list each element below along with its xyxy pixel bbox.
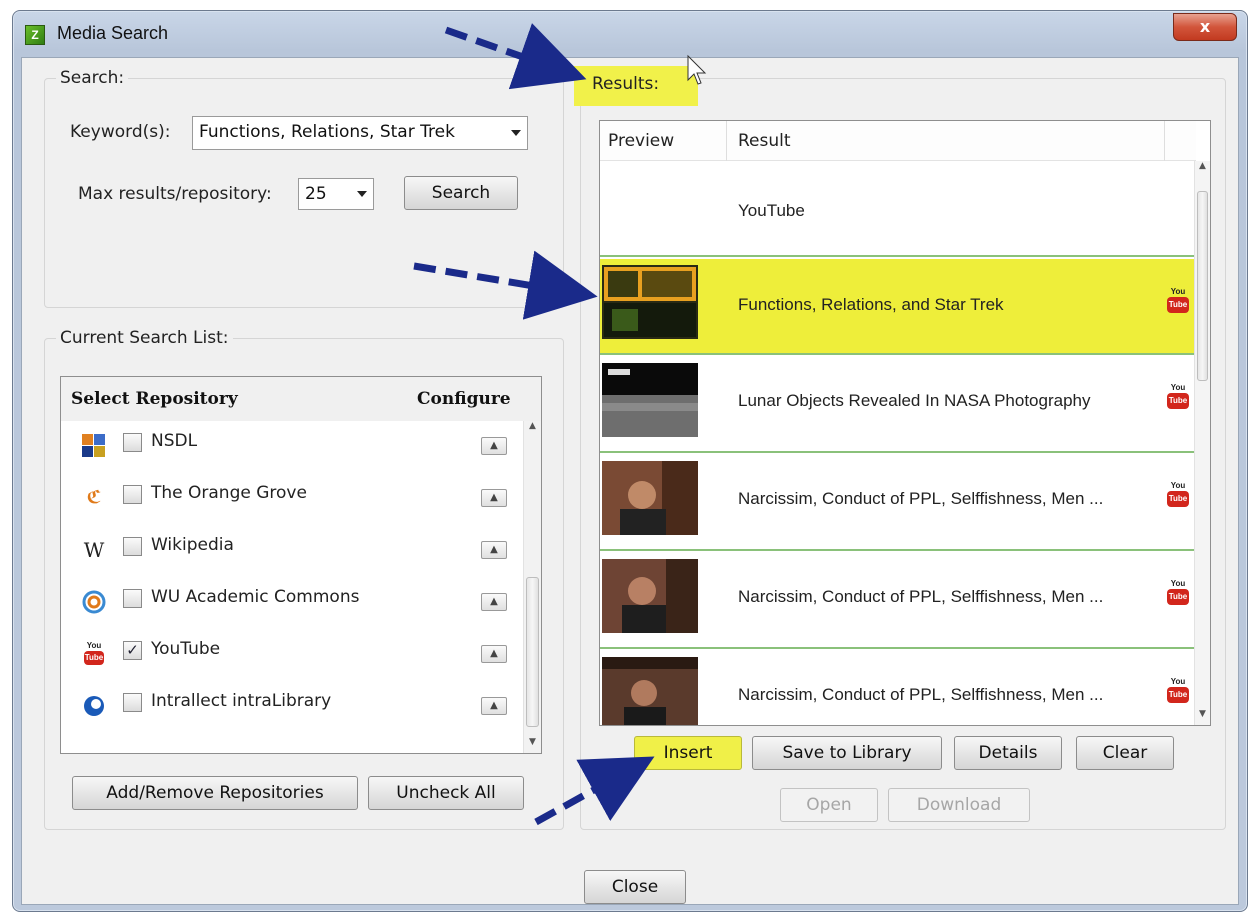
repository-row: W Wikipedia ▲ [61,529,523,581]
column-separator [726,121,727,161]
video-thumbnail [602,559,698,633]
results-table: Preview Result YouTube Functions, Relati… [599,120,1211,726]
youtube-icon: You Tube [1166,579,1190,609]
col-configure: Configure [417,389,511,409]
repository-label: YouTube [151,639,221,659]
result-row[interactable]: Narcissim, Conduct of PPL, Selffishness,… [600,553,1196,649]
repository-label: NSDL [151,431,198,451]
max-results-value: 25 [305,184,327,204]
media-search-window: Z Media Search x Search: Keyword(s): Fun… [12,10,1248,912]
result-title: Functions, Relations, and Star Trek [738,295,1004,314]
details-button[interactable]: Details [954,736,1062,770]
dialog-client-area: Search: Keyword(s): Functions, Relations… [21,57,1239,905]
results-scrollbar[interactable]: ▲ ▼ [1194,161,1210,725]
repository-checkbox-checked[interactable]: ✓ [123,641,142,660]
repository-row: You Tube ✓ YouTube ▲ [61,633,523,685]
title-bar[interactable]: Z Media Search x [13,11,1247,57]
repository-list-header: Select Repository Configure [61,377,541,421]
youtube-icon: You Tube [1166,287,1190,317]
repository-row: Intrallect intraLibrary ▲ [61,685,523,737]
repository-list-scrollbar[interactable]: ▲ ▼ [523,421,541,753]
result-row[interactable]: Narcissim, Conduct of PPL, Selffishness,… [600,455,1196,551]
clear-button[interactable]: Clear [1076,736,1174,770]
repository-checkbox[interactable] [123,485,142,504]
repository-label: WU Academic Commons [151,587,360,607]
app-icon: Z [25,25,45,45]
add-remove-repositories-button[interactable]: Add/Remove Repositories [72,776,358,810]
youtube-icon: You Tube [1166,383,1190,413]
results-table-header: Preview Result [600,121,1196,161]
repository-row: ℭ The Orange Grove ▲ [61,477,523,529]
wikipedia-icon: W [83,538,105,562]
result-row[interactable]: Lunar Objects Revealed In NASA Photograp… [600,357,1196,453]
keyword-label: Keyword(s): [70,122,171,142]
video-thumbnail [602,657,698,725]
scroll-up-icon[interactable]: ▲ [1195,161,1210,177]
keyword-combo[interactable]: Functions, Relations, Star Trek [192,116,528,150]
result-title: YouTube [738,201,805,220]
repository-label: The Orange Grove [151,483,307,503]
result-row-selected[interactable]: Functions, Relations, and Star Trek You … [600,259,1196,355]
result-row[interactable]: Narcissim, Conduct of PPL, Selffishness,… [600,651,1196,725]
repository-label: Wikipedia [151,535,234,555]
results-group-label: Results: [592,74,660,94]
column-separator [1164,121,1165,161]
orange-grove-icon: ℭ [86,487,102,508]
repository-checkbox[interactable] [123,693,142,712]
video-thumbnail [602,363,698,437]
scroll-down-icon[interactable]: ▼ [524,737,541,753]
youtube-icon: You Tube [1166,677,1190,707]
nsdl-icon [81,433,107,459]
configure-button[interactable]: ▲ [481,593,507,611]
repository-row: NSDL ▲ [61,425,523,477]
col-result: Result [738,131,791,151]
wu-commons-icon [81,589,107,615]
insert-button[interactable]: Insert [634,736,742,770]
window-title: Media Search [57,23,169,43]
repository-row: WU Academic Commons ▲ [61,581,523,633]
scrollbar-thumb[interactable] [1197,191,1208,381]
close-button[interactable]: Close [584,870,686,904]
uncheck-all-button[interactable]: Uncheck All [368,776,524,810]
configure-button[interactable]: ▲ [481,541,507,559]
result-title: Narcissim, Conduct of PPL, Selffishness,… [738,587,1104,606]
configure-button[interactable]: ▲ [481,645,507,663]
repository-checkbox[interactable] [123,537,142,556]
scroll-down-icon[interactable]: ▼ [1195,709,1210,725]
configure-button[interactable]: ▲ [481,489,507,507]
scroll-up-icon[interactable]: ▲ [524,421,541,437]
configure-button[interactable]: ▲ [481,697,507,715]
result-title: Lunar Objects Revealed In NASA Photograp… [738,391,1091,410]
max-results-combo[interactable]: 25 [298,178,374,210]
search-group-label: Search: [56,68,129,88]
scrollbar-thumb[interactable] [526,577,539,727]
result-title: Narcissim, Conduct of PPL, Selffishness,… [738,489,1104,508]
result-title: Narcissim, Conduct of PPL, Selffishness,… [738,685,1104,704]
open-button[interactable]: Open [780,788,878,822]
chevron-down-icon[interactable] [511,130,521,136]
search-list-group-label: Current Search List: [56,328,233,348]
window-close-button[interactable]: x [1173,13,1237,41]
result-row[interactable]: YouTube [600,161,1196,257]
repository-checkbox[interactable] [123,589,142,608]
keyword-value: Functions, Relations, Star Trek [199,122,455,142]
video-thumbnail [602,265,698,339]
repository-checkbox[interactable] [123,433,142,452]
repository-label: Intrallect intraLibrary [151,691,332,711]
repository-list: Select Repository Configure NSDL ▲ ℭ The… [60,376,542,754]
col-select-repository: Select Repository [71,389,238,409]
save-to-library-button[interactable]: Save to Library [752,736,942,770]
col-preview: Preview [608,131,675,151]
youtube-icon: You Tube [81,641,107,667]
video-thumbnail [602,461,698,535]
chevron-down-icon[interactable] [357,191,367,197]
intralibrary-icon [81,693,107,719]
search-button[interactable]: Search [404,176,518,210]
configure-button[interactable]: ▲ [481,437,507,455]
youtube-icon: You Tube [1166,481,1190,511]
max-results-label: Max results/repository: [78,184,272,204]
download-button[interactable]: Download [888,788,1030,822]
